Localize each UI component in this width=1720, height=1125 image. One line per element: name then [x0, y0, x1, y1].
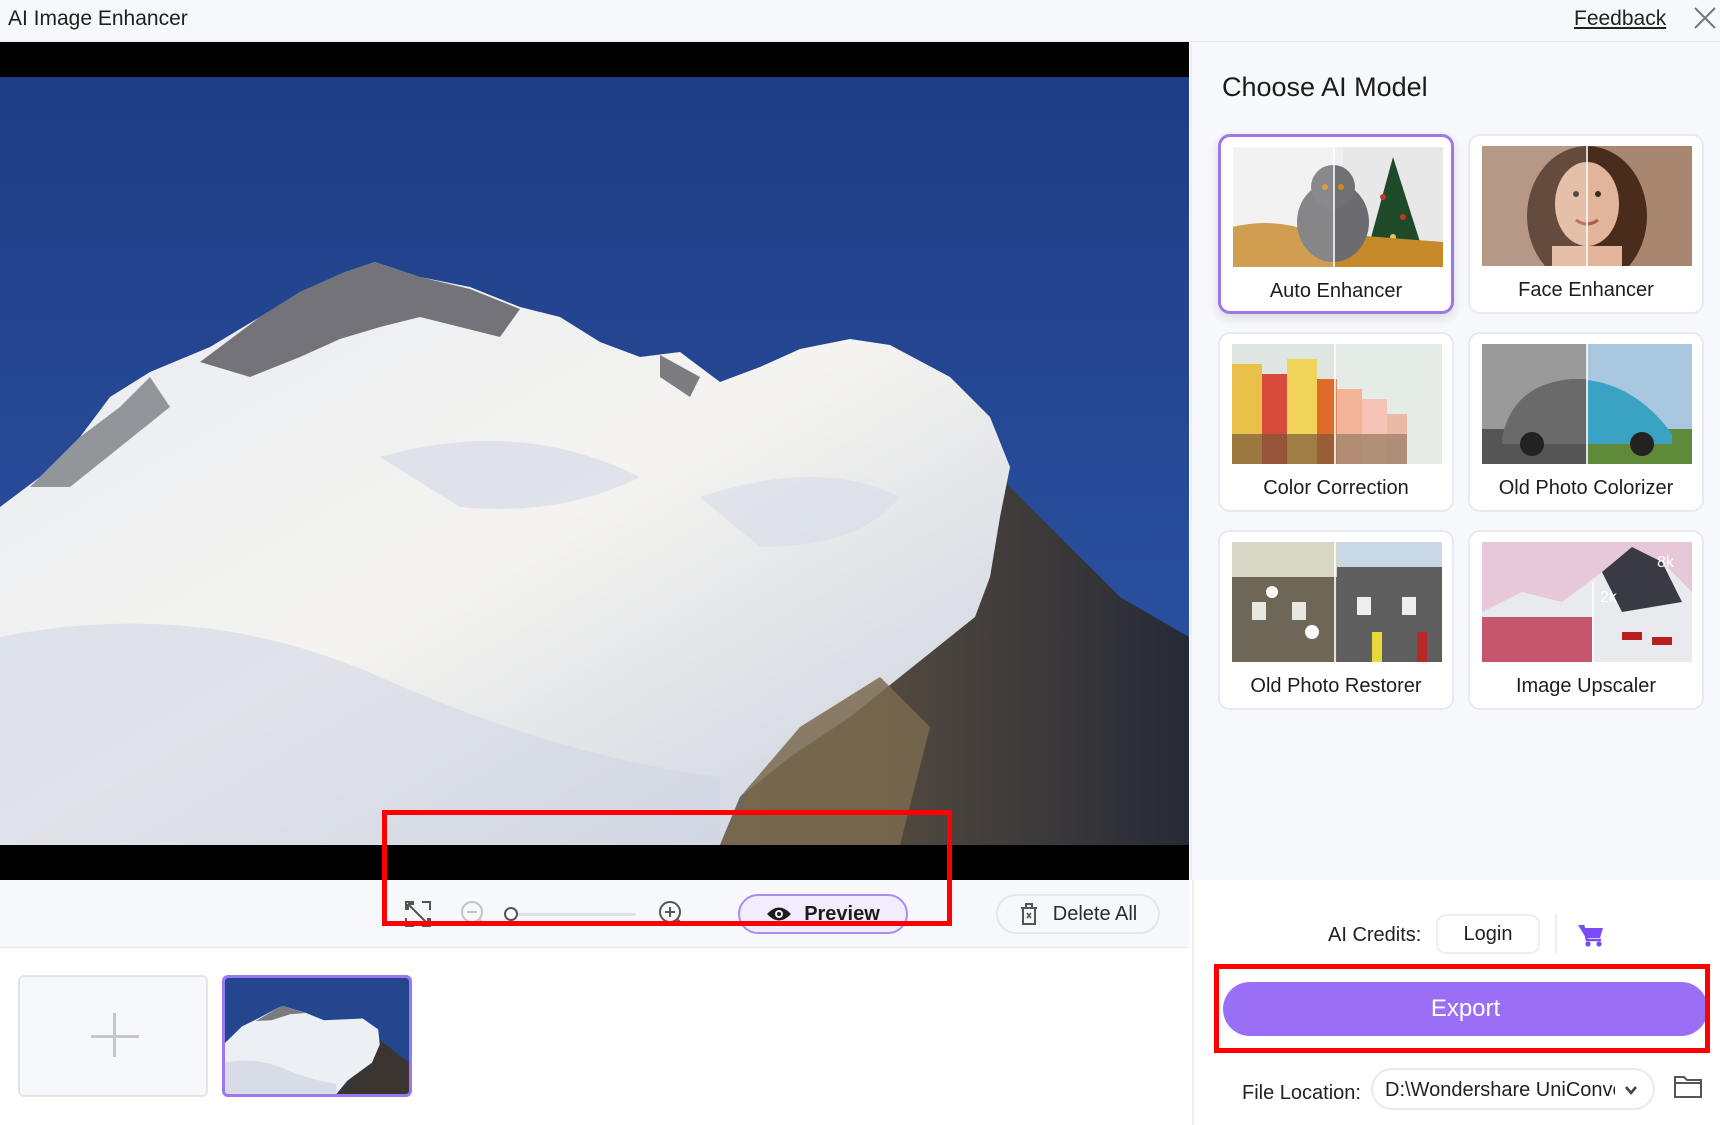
feedback-link[interactable]: Feedback [1574, 7, 1666, 31]
plus-icon-vertical [113, 1013, 116, 1057]
trash-icon [1020, 903, 1037, 925]
old-photo-restorer-image [1232, 542, 1442, 662]
zoom-slider-track [510, 913, 636, 916]
model-card-old-photo-restorer[interactable]: Old Photo Restorer [1218, 530, 1454, 710]
close-icon[interactable] [1692, 5, 1718, 31]
model-label: Old Photo Restorer [1250, 675, 1422, 697]
upscale-to-badge: 8k [1657, 554, 1675, 571]
chevron-down-icon [1625, 1086, 1637, 1096]
model-label: Old Photo Colorizer [1498, 477, 1674, 499]
model-label: Image Upscaler [1515, 675, 1657, 697]
image-canvas[interactable] [0, 42, 1189, 880]
model-card-face-enhancer[interactable]: Face Enhancer [1468, 134, 1704, 314]
model-card-old-photo-colorizer[interactable]: Old Photo Colorizer [1468, 332, 1704, 512]
upscale-from-badge: 2k [1600, 589, 1618, 606]
app-window: AI Image Enhancer Feedback Preview Delet… [0, 0, 1720, 1125]
cart-icon[interactable] [1577, 922, 1605, 948]
model-heading: Choose AI Model [1222, 72, 1428, 102]
file-location-select[interactable]: D:\Wondershare UniConverter [1371, 1068, 1655, 1110]
auto-enhancer-image [1233, 147, 1443, 267]
thumbnail-image [225, 978, 409, 1094]
export-panel: AI Credits: Login Export File Location: … [1192, 880, 1720, 1125]
thumbnail-strip [0, 949, 1189, 1125]
face-enhancer-image [1482, 146, 1692, 266]
image-upscaler-image: 2k 8k [1482, 542, 1692, 662]
delete-all-label: Delete All [1052, 902, 1138, 925]
window-title: AI Image Enhancer [8, 7, 188, 30]
zoom-slider-knob[interactable] [504, 907, 518, 921]
model-card-color-correction[interactable]: Color Correction [1218, 332, 1454, 512]
ai-credits-label: AI Credits: [1328, 924, 1422, 946]
file-location-label: File Location: [1242, 1082, 1361, 1104]
thumbnail-item[interactable] [222, 975, 412, 1097]
preview-button[interactable]: Preview [738, 894, 908, 934]
folder-icon[interactable] [1673, 1073, 1703, 1099]
zoom-slider[interactable] [504, 904, 636, 924]
color-correction-image [1232, 344, 1442, 464]
preview-toolbar: Preview Delete All [0, 880, 1189, 948]
preview-label: Preview [804, 902, 880, 925]
model-card-image-upscaler[interactable]: 2k 8k Image Upscaler [1468, 530, 1704, 710]
old-photo-colorizer-image [1482, 344, 1692, 464]
divider [1555, 914, 1557, 954]
delete-all-button[interactable]: Delete All [996, 894, 1160, 934]
eye-icon [767, 907, 792, 921]
file-location-value: D:\Wondershare UniConverter [1385, 1079, 1615, 1101]
export-button[interactable]: Export [1223, 982, 1708, 1036]
model-label: Color Correction [1263, 477, 1409, 499]
model-label: Auto Enhancer [1269, 280, 1403, 302]
fit-screen-icon[interactable] [402, 898, 434, 930]
zoom-in-icon[interactable] [656, 898, 688, 930]
login-button[interactable]: Login [1436, 914, 1540, 954]
zoom-out-icon[interactable] [458, 898, 490, 930]
model-label: Face Enhancer [1518, 279, 1654, 301]
model-panel: Choose AI Model Auto Enhancer Face Enhan… [1190, 42, 1720, 880]
title-bar: AI Image Enhancer Feedback [0, 0, 1720, 42]
add-image-button[interactable] [18, 975, 208, 1097]
preview-image [0, 77, 1189, 845]
editor-panel: Preview Delete All [0, 42, 1189, 1125]
model-card-auto-enhancer[interactable]: Auto Enhancer [1218, 134, 1454, 314]
